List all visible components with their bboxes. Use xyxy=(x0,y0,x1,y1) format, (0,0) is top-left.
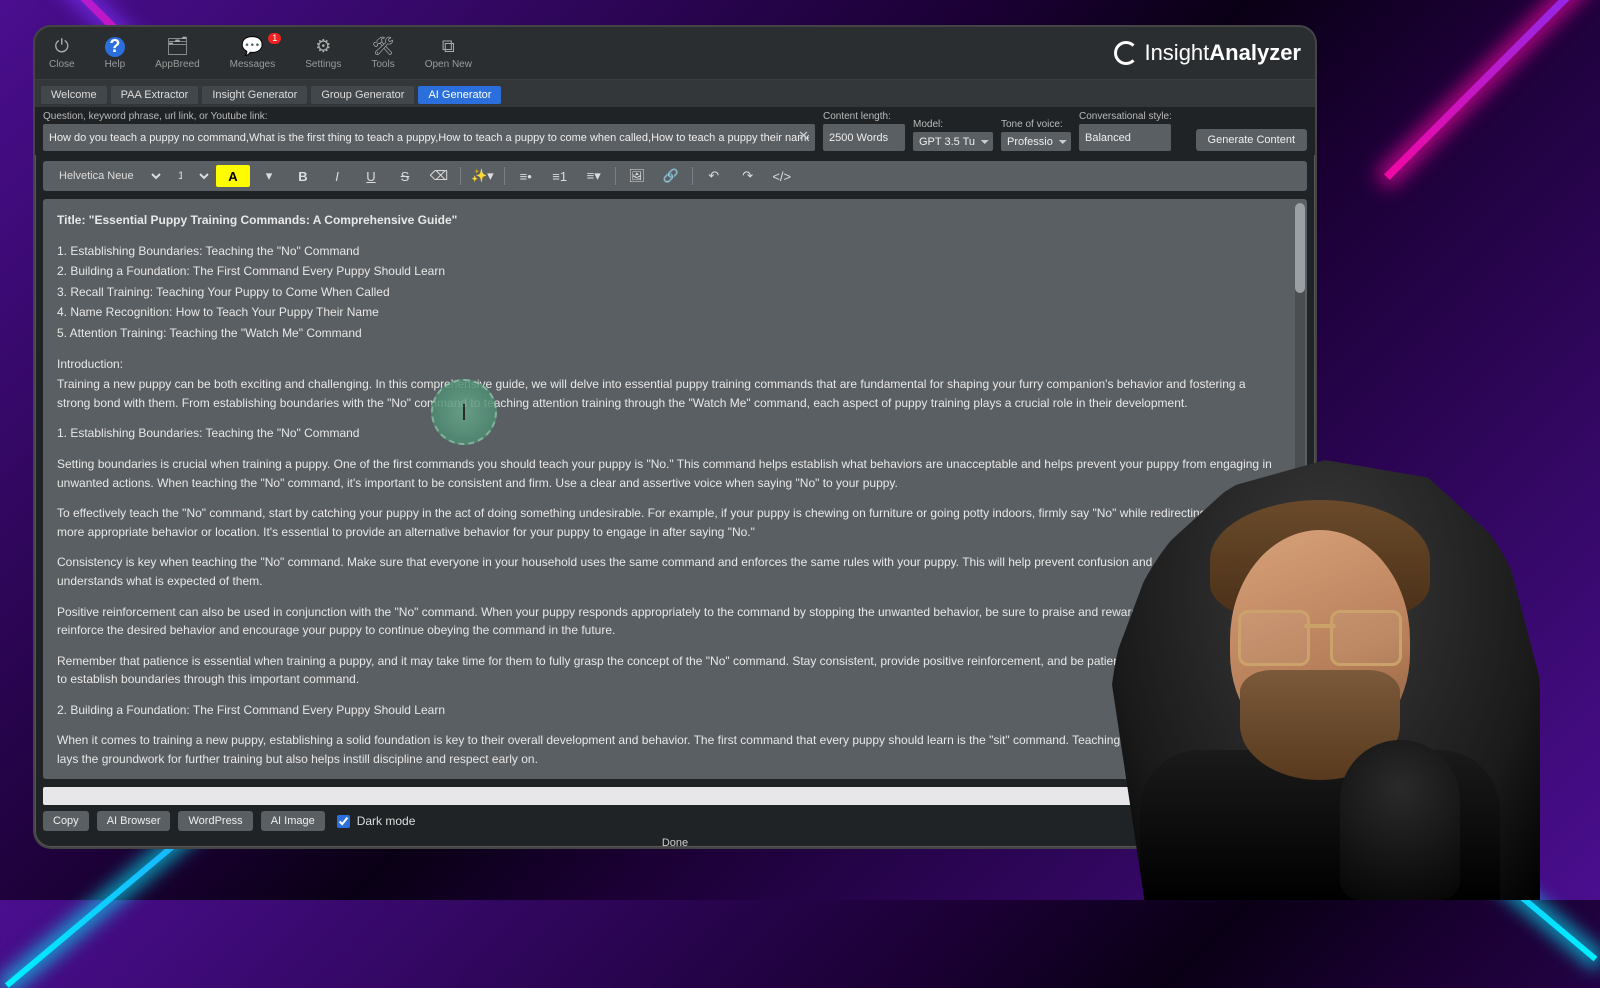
params-row: Question, keyword phrase, url link, or Y… xyxy=(35,107,1315,155)
text-color-dropdown[interactable]: ▾ xyxy=(254,165,284,187)
tools-icon: 🛠 xyxy=(373,37,393,57)
tone-label: Tone of voice: xyxy=(1001,119,1071,130)
para-3: Consistency is key when teaching the "No… xyxy=(57,553,1279,590)
logo-text-b: Analyzer xyxy=(1209,40,1301,65)
outline-4: 4. Name Recognition: How to Teach Your P… xyxy=(57,303,1279,322)
length-label: Content length: xyxy=(823,111,905,122)
messages-badge: 1 xyxy=(268,33,281,44)
intro-heading: Introduction: xyxy=(57,355,1279,374)
editor-toolbar: Helvetica Neue 14 A ▾ B I U S ⌫ ✨▾ ≡• ≡1… xyxy=(43,161,1307,191)
section-2-heading: 2. Building a Foundation: The First Comm… xyxy=(57,701,1279,720)
messages-icon: 💬 xyxy=(242,37,262,57)
tab-insight-generator[interactable]: Insight Generator xyxy=(202,86,307,104)
model-select[interactable]: GPT 3.5 Turb xyxy=(913,132,993,151)
ai-image-button[interactable]: AI Image xyxy=(261,811,325,831)
appbreed-button[interactable]: 🗂 AppBreed xyxy=(155,37,199,70)
para-4: Positive reinforcement can also be used … xyxy=(57,603,1279,640)
copy-button[interactable]: Copy xyxy=(43,811,89,831)
highlight-color-button[interactable]: A xyxy=(216,165,250,187)
intro-para: Training a new puppy can be both excitin… xyxy=(57,375,1279,412)
length-input[interactable] xyxy=(823,124,905,151)
messages-label: Messages xyxy=(230,59,276,70)
editor-content[interactable]: Title: "Essential Puppy Training Command… xyxy=(43,199,1293,779)
magic-button[interactable]: ✨▾ xyxy=(467,165,498,187)
cursor-indicator xyxy=(431,379,497,445)
question-label: Question, keyword phrase, url link, or Y… xyxy=(43,111,815,122)
open-new-button[interactable]: ⧉ Open New xyxy=(425,37,472,70)
power-icon: ⏻ xyxy=(52,37,72,57)
logo-icon xyxy=(1114,41,1138,65)
generate-content-button[interactable]: Generate Content xyxy=(1196,129,1307,151)
bottom-bar: Copy AI Browser WordPress AI Image Dark … xyxy=(43,809,1307,833)
tab-paa-extractor[interactable]: PAA Extractor xyxy=(111,86,199,104)
help-button[interactable]: ? Help xyxy=(105,37,126,70)
tools-label: Tools xyxy=(371,59,394,70)
appbreed-icon: 🗂 xyxy=(167,37,187,57)
dark-mode-checkbox[interactable] xyxy=(337,815,350,828)
tab-welcome[interactable]: Welcome xyxy=(41,86,107,104)
para-1: Setting boundaries is crucial when train… xyxy=(57,455,1279,492)
dark-mode-label: Dark mode xyxy=(357,814,416,828)
para-6: When it comes to training a new puppy, e… xyxy=(57,731,1279,768)
done-status: Done xyxy=(662,837,688,847)
help-icon: ? xyxy=(105,37,125,57)
tone-select[interactable]: Profession xyxy=(1001,132,1071,151)
question-input[interactable] xyxy=(43,124,815,151)
tools-button[interactable]: 🛠 Tools xyxy=(371,37,394,70)
scrollbar-thumb[interactable] xyxy=(1295,203,1305,293)
style-label: Conversational style: xyxy=(1079,111,1172,122)
settings-button[interactable]: ⚙ Settings xyxy=(305,37,341,70)
tab-group-generator[interactable]: Group Generator xyxy=(311,86,414,104)
content-title: Title: "Essential Puppy Training Command… xyxy=(57,211,1279,230)
ordered-list-button[interactable]: ≡1 xyxy=(545,165,575,187)
align-button[interactable]: ≡▾ xyxy=(579,165,609,187)
para-5: Remember that patience is essential when… xyxy=(57,652,1279,689)
section-1-heading: 1. Establishing Boundaries: Teaching the… xyxy=(57,424,1279,443)
help-label: Help xyxy=(105,59,126,70)
outline-2: 2. Building a Foundation: The First Comm… xyxy=(57,262,1279,281)
font-family-select[interactable]: Helvetica Neue xyxy=(49,166,164,186)
gear-icon: ⚙ xyxy=(313,37,333,57)
font-size-select[interactable]: 14 xyxy=(168,166,212,186)
code-view-button[interactable]: </> xyxy=(767,165,797,187)
settings-label: Settings xyxy=(305,59,341,70)
status-bar xyxy=(43,787,1307,805)
link-button[interactable]: 🔗 xyxy=(656,165,686,187)
model-label: Model: xyxy=(913,119,993,130)
para-2: To effectively teach the "No" command, s… xyxy=(57,504,1279,541)
outline-1: 1. Establishing Boundaries: Teaching the… xyxy=(57,242,1279,261)
open-new-label: Open New xyxy=(425,59,472,70)
appbreed-label: AppBreed xyxy=(155,59,199,70)
underline-button[interactable]: U xyxy=(356,165,386,187)
close-button[interactable]: ⏻ Close xyxy=(49,37,75,70)
redo-button[interactable]: ↷ xyxy=(733,165,763,187)
outline-3: 3. Recall Training: Teaching Your Puppy … xyxy=(57,283,1279,302)
close-label: Close xyxy=(49,59,75,70)
messages-button[interactable]: 💬 1 Messages xyxy=(230,37,276,70)
clear-input-icon[interactable]: ✕ xyxy=(798,128,809,144)
logo-text-a: Insight xyxy=(1144,40,1209,65)
titlebar: ⏻ Close ? Help 🗂 AppBreed 💬 1 Messages ⚙… xyxy=(35,27,1315,80)
bold-button[interactable]: B xyxy=(288,165,318,187)
ai-browser-button[interactable]: AI Browser xyxy=(97,811,171,831)
unordered-list-button[interactable]: ≡• xyxy=(511,165,541,187)
wordpress-button[interactable]: WordPress xyxy=(178,811,252,831)
strikethrough-button[interactable]: S xyxy=(390,165,420,187)
app-logo: InsightAnalyzer xyxy=(1114,40,1301,66)
tab-ai-generator[interactable]: AI Generator xyxy=(418,86,501,104)
clear-format-button[interactable]: ⌫ xyxy=(424,165,454,187)
style-input[interactable] xyxy=(1079,124,1171,151)
dark-mode-toggle[interactable]: Dark mode xyxy=(333,812,416,831)
undo-button[interactable]: ↶ xyxy=(699,165,729,187)
image-button[interactable]: 🖼 xyxy=(622,165,652,187)
outline-5: 5. Attention Training: Teaching the "Wat… xyxy=(57,324,1279,343)
tab-bar: Welcome PAA Extractor Insight Generator … xyxy=(35,80,1315,107)
italic-button[interactable]: I xyxy=(322,165,352,187)
open-new-icon: ⧉ xyxy=(438,37,458,57)
